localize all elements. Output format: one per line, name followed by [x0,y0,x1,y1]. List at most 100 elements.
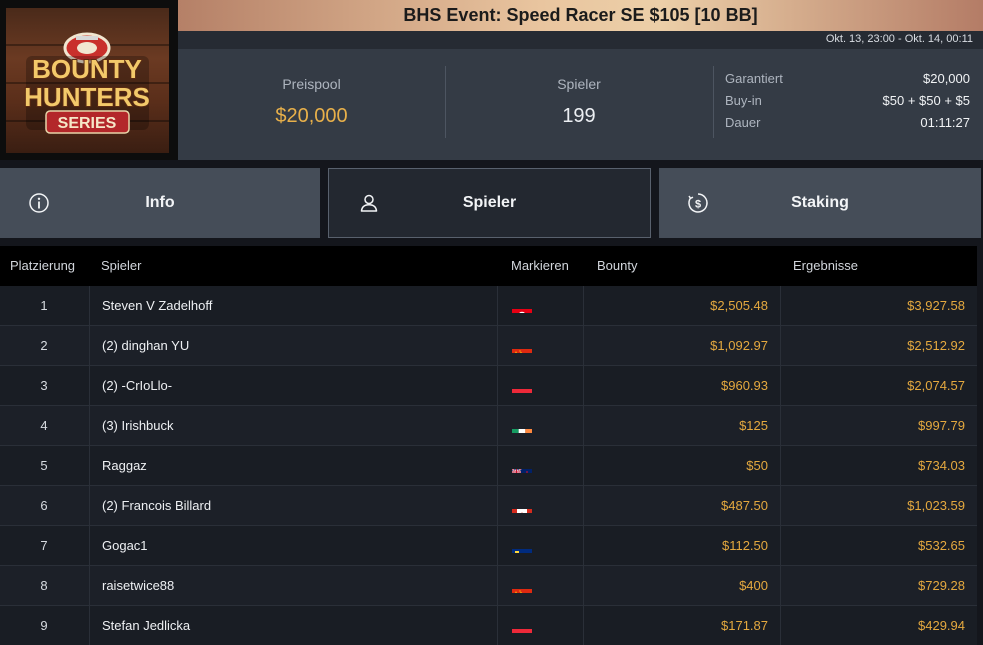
bounty-cell: $2,505.48 [583,286,780,326]
table-row[interactable]: 8 raisetwice88 $400 $729.28 [0,566,977,606]
result-cell: $2,512.92 [780,326,977,366]
flag-cell [497,606,583,645]
placement-cell: 2 [40,338,48,353]
tab-staking[interactable]: $ Staking [659,168,981,238]
placement-cell: 7 [40,538,48,553]
result-cell: $734.03 [780,446,977,486]
placement-cell: 3 [40,378,48,393]
tab-label: Spieler [462,194,517,211]
flag-li-icon [512,539,532,553]
table-row[interactable]: 4 (3) Irishbuck $125 $997.79 [0,406,977,446]
players-table: Platzierung Spieler Markieren Bounty Erg… [0,246,977,645]
event-date-range: Okt. 13, 23:00 - Okt. 14, 00:11 [825,33,973,45]
player-name-cell[interactable]: Stefan Jedlicka [89,606,497,645]
result-cell: $2,074.57 [780,366,977,406]
bounty-cell: $487.50 [583,486,780,526]
flag-tn-icon [512,299,532,313]
detail-value: $20,000 [923,71,970,86]
flag-cn-icon [512,339,532,353]
player-name-cell[interactable]: (3) Irishbuck [89,406,497,446]
event-title: BHS Event: Speed Racer SE $105 [10 BB] [403,5,758,25]
player-name-cell[interactable]: Gogac1 [89,526,497,566]
result-cell: $3,927.58 [780,286,977,326]
result-cell: $532.65 [780,526,977,566]
flag-at-icon [512,619,532,633]
detail-label: Dauer [725,115,761,130]
bounty-cell: $960.93 [583,366,780,406]
bounty-cell: $171.87 [583,606,780,645]
players-stat: Spieler 199 [445,49,713,160]
flag-at-icon [512,379,532,393]
bounty-hunters-emblem: BOUNTY HUNTERS SERIES [23,32,151,134]
placement-cell: 5 [40,458,48,473]
table-row[interactable]: 5 Raggaz $50 $734.03 [0,446,977,486]
svg-text:SERIES: SERIES [58,115,117,132]
prizepool-label: Preispool [282,76,341,92]
column-header-bounty[interactable]: Bounty [597,258,637,273]
flag-cell [497,406,583,446]
table-row[interactable]: 9 Stefan Jedlicka $171.87 $429.94 [0,606,977,645]
column-header-results[interactable]: Ergebnisse [793,258,858,273]
flag-cell [497,566,583,606]
result-cell: $729.28 [780,566,977,606]
column-header-mark[interactable]: Markieren [511,258,569,273]
flag-cell [497,326,583,366]
flag-cell [497,446,583,486]
bounty-cell: $125 [583,406,780,446]
tab-info[interactable]: Info [0,168,320,238]
detail-duration: Dauer 01:11:27 [725,115,970,137]
prizepool-value: $20,000 [275,105,348,127]
flag-cn-icon [512,579,532,593]
detail-guaranteed: Garantiert $20,000 [725,71,970,93]
flag-ie-icon [512,419,532,433]
bounty-cell: $112.50 [583,526,780,566]
bounty-cell: $1,092.97 [583,326,780,366]
tournament-summary: Preispool $20,000 Spieler 199 Garantiert… [178,49,983,160]
flag-cell [497,486,583,526]
bounty-cell: $50 [583,446,780,486]
title-bar: BHS Event: Speed Racer SE $105 [10 BB] [178,0,983,31]
tab-players[interactable]: Spieler [328,168,651,238]
player-name-cell[interactable]: Raggaz [89,446,497,486]
placement-cell: 4 [40,418,48,433]
detail-value: 01:11:27 [920,115,970,130]
table-row[interactable]: 6 (2) Francois Billard $487.50 $1,023.59 [0,486,977,526]
svg-text:HUNTERS: HUNTERS [24,82,150,112]
player-name-cell[interactable]: (2) Francois Billard [89,486,497,526]
flag-nz-icon [512,459,532,473]
player-name-cell[interactable]: raisetwice88 [89,566,497,606]
result-cell: $1,023.59 [780,486,977,526]
tab-bar: Info Spieler $ Staking [0,168,983,238]
player-name-cell[interactable]: Steven V Zadelhoff [89,286,497,326]
tournament-details: Garantiert $20,000 Buy-in $50 + $50 + $5… [725,71,970,137]
tab-label: Info [145,194,175,211]
flag-cell [497,366,583,406]
table-row[interactable]: 7 Gogac1 $112.50 $532.65 [0,526,977,566]
column-header-player[interactable]: Spieler [101,258,141,273]
bounty-cell: $400 [583,566,780,606]
table-body: 1 Steven V Zadelhoff $2,505.48 $3,927.58 2 (2… [0,286,977,645]
detail-buyin: Buy-in $50 + $50 + $5 [725,93,970,115]
detail-value: $50 + $50 + $5 [882,93,970,108]
svg-text:BOUNTY: BOUNTY [32,54,142,84]
result-cell: $997.79 [780,406,977,446]
divider [713,66,714,138]
result-cell: $429.94 [780,606,977,645]
players-label: Spieler [557,76,601,92]
players-value: 199 [562,105,596,127]
column-header-place[interactable]: Platzierung [10,258,75,273]
prizepool-stat: Preispool $20,000 [178,49,445,160]
table-header: Platzierung Spieler Markieren Bounty Erg… [0,246,977,286]
placement-cell: 1 [40,298,48,313]
tab-label: Staking [791,194,849,211]
flag-ca-icon [512,499,532,513]
table-row[interactable]: 3 (2) -CrIoLlo- $960.93 $2,074.57 [0,366,977,406]
table-row[interactable]: 2 (2) dinghan YU $1,092.97 $2,512.92 [0,326,977,366]
detail-label: Buy-in [725,93,762,108]
flag-cell [497,526,583,566]
table-row[interactable]: 1 Steven V Zadelhoff $2,505.48 $3,927.58 [0,286,977,326]
tournament-logo: BOUNTY HUNTERS SERIES [0,0,178,160]
player-name-cell[interactable]: (2) dinghan YU [89,326,497,366]
placement-cell: 9 [40,618,48,633]
player-name-cell[interactable]: (2) -CrIoLlo- [89,366,497,406]
